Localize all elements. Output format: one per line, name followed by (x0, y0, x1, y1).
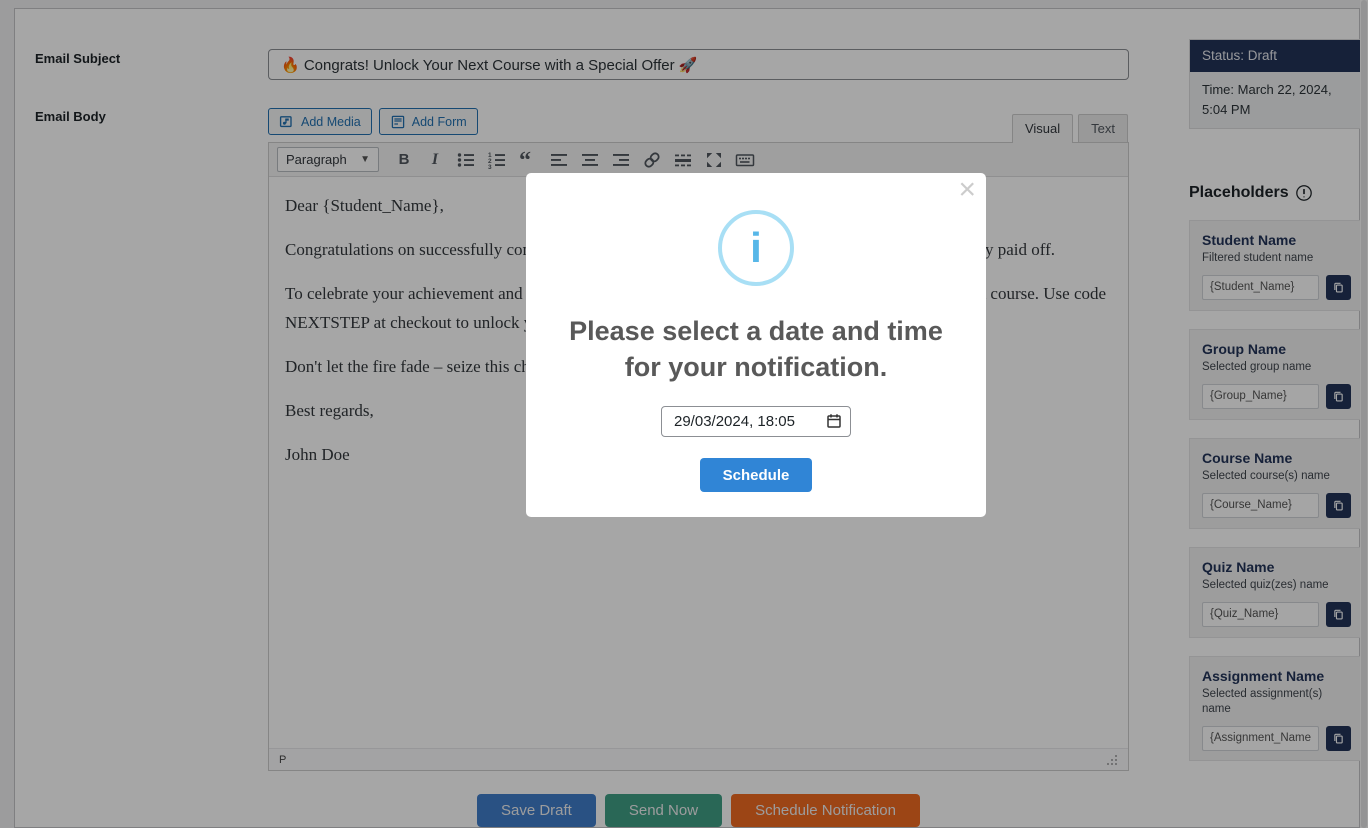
close-icon[interactable]: × (958, 175, 976, 205)
info-icon: i (718, 210, 794, 286)
schedule-modal: × i Please select a date and time for yo… (526, 173, 986, 517)
schedule-button[interactable]: Schedule (700, 458, 813, 492)
modal-title: Please select a date and time for your n… (566, 313, 946, 385)
datetime-input[interactable] (661, 406, 851, 437)
info-icon-glyph: i (750, 227, 762, 269)
calendar-icon[interactable] (826, 413, 842, 429)
